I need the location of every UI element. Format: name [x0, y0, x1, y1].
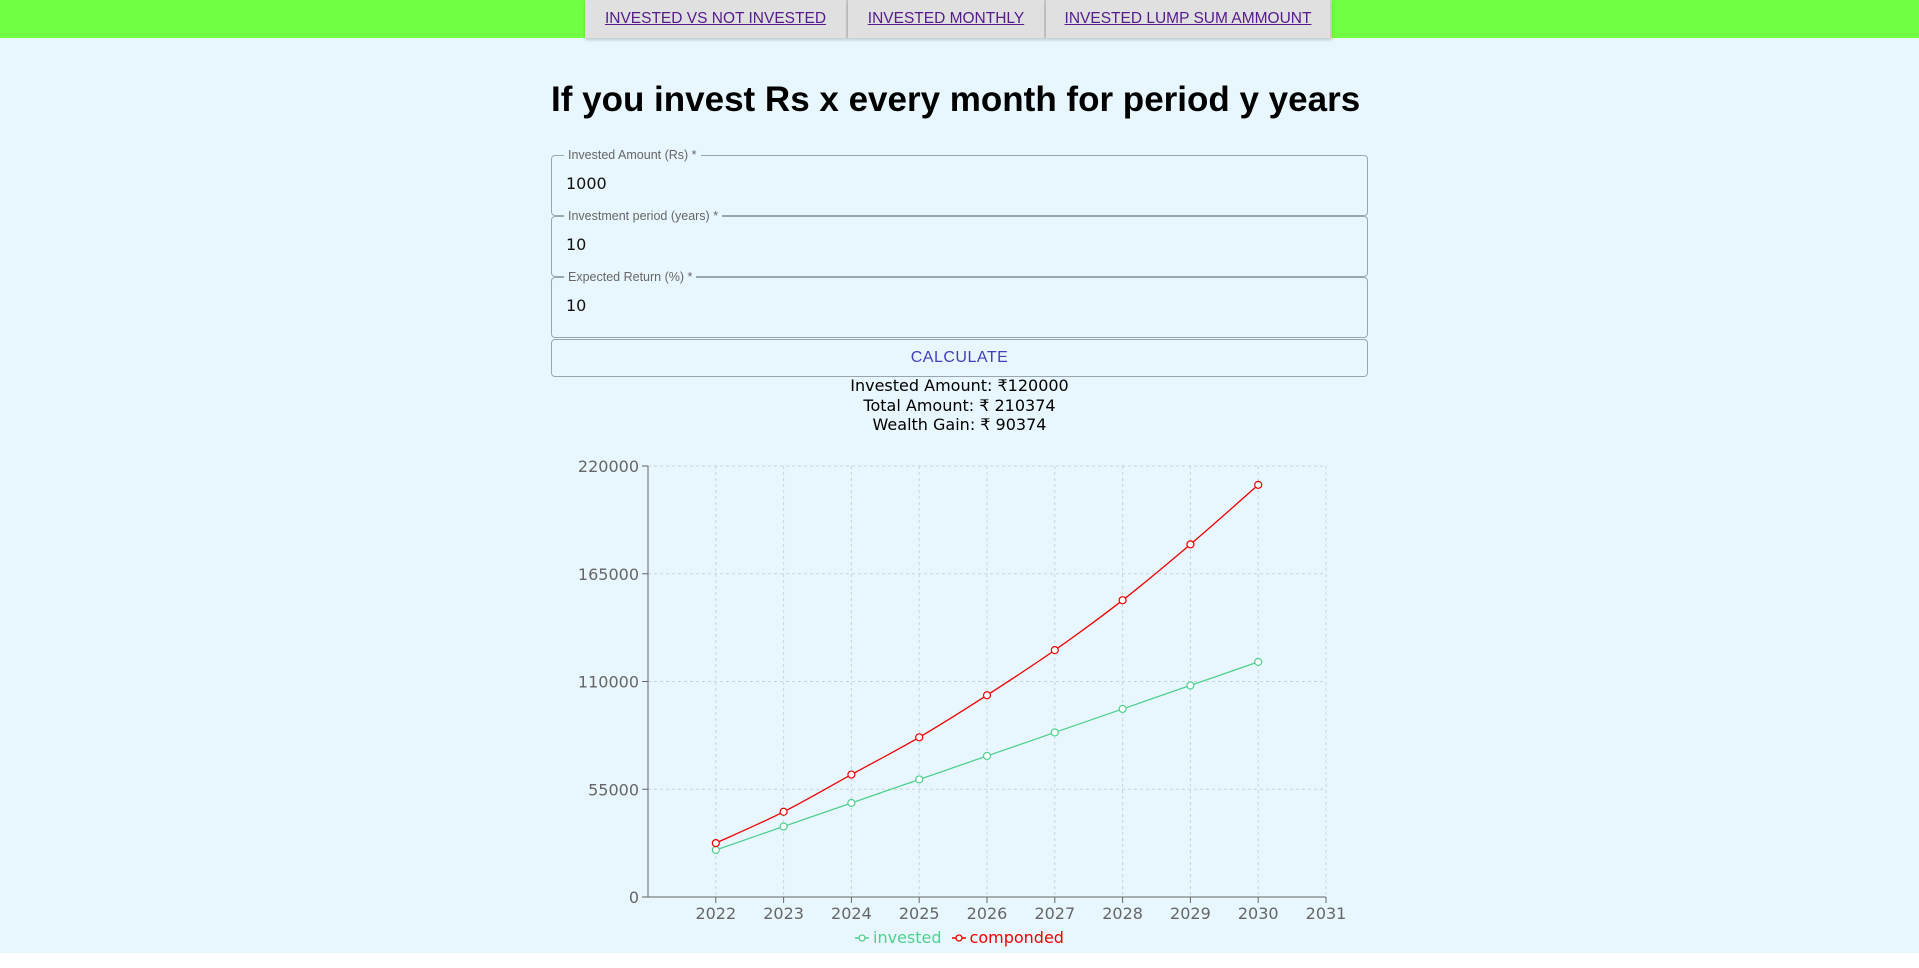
- chart-grid: [648, 465, 1327, 897]
- data-point-invested: [711, 845, 720, 855]
- x-tick-label: 2028: [1102, 904, 1143, 923]
- data-point-invested: [1254, 657, 1263, 667]
- data-point-invested: [847, 798, 856, 808]
- x-tick-label: 2026: [967, 904, 1008, 923]
- data-point-componded: [1254, 480, 1263, 489]
- legend-label: invested: [873, 928, 942, 947]
- x-tick-label: 2024: [831, 904, 872, 923]
- data-point-componded: [1118, 596, 1127, 605]
- legend-item-componded: componded: [951, 928, 1064, 947]
- legend-item-invested: invested: [855, 928, 942, 947]
- chart-legend: invested componded: [0, 928, 1919, 947]
- data-point-componded: [711, 839, 720, 848]
- data-point-invested: [1118, 704, 1127, 714]
- y-tick-label: 165000: [578, 565, 639, 584]
- data-point-componded: [779, 807, 788, 816]
- data-point-invested: [1050, 728, 1059, 737]
- legend-label: componded: [969, 928, 1064, 947]
- y-tick-label: 110000: [578, 673, 639, 692]
- data-point-componded: [847, 770, 856, 779]
- series-invested: [711, 657, 1263, 855]
- y-tick-label: 220000: [578, 457, 639, 476]
- data-point-invested: [779, 822, 788, 831]
- x-tick-label: 2022: [695, 904, 736, 923]
- page: INVESTED VS NOT INVESTED INVESTED MONTHL…: [0, 0, 1919, 953]
- x-tick-label: 2025: [899, 904, 940, 923]
- y-tick-label: 55000: [588, 780, 639, 799]
- data-point-componded: [915, 733, 924, 742]
- data-point-invested: [982, 751, 992, 761]
- legend-line-marker-icon: [855, 933, 870, 942]
- legend-line-marker-icon: [951, 933, 966, 942]
- x-tick-label: 2027: [1034, 904, 1075, 923]
- x-tick-label: 2031: [1306, 904, 1347, 923]
- data-point-componded: [982, 691, 992, 700]
- growth-line-chart: 0 55000 110000 165000 220000 2022 2023 2024 2025…: [578, 457, 1347, 923]
- data-point-componded: [1186, 540, 1195, 549]
- x-tick-label: 2029: [1170, 904, 1211, 923]
- x-tick-label: 2023: [763, 904, 804, 923]
- x-tick-label: 2030: [1238, 904, 1279, 923]
- y-tick-label: 0: [629, 888, 639, 907]
- data-point-invested: [1186, 681, 1195, 690]
- data-point-invested: [915, 775, 924, 784]
- data-point-componded: [1050, 646, 1059, 655]
